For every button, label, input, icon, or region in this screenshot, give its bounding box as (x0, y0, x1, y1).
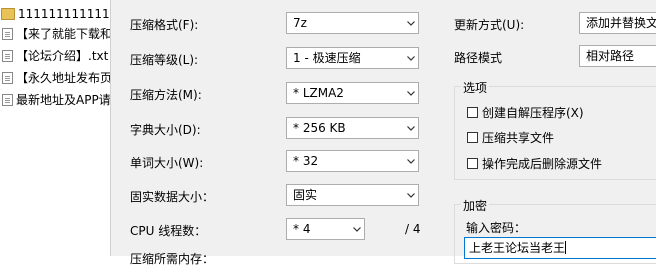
chevron-down-icon (407, 19, 415, 27)
file-list: 1111111111111 【来了就能下载和 【论坛介绍】.txt 【永久地址发… (0, 0, 110, 256)
checkbox-box[interactable] (467, 132, 478, 143)
solid-select[interactable]: 固实 (286, 184, 419, 206)
path-select[interactable]: 相对路径 (579, 45, 656, 67)
cpu-select[interactable]: * 4 (286, 218, 365, 240)
file-name: 1111111111111 (18, 7, 110, 21)
method-value: * LZMA2 (293, 86, 344, 100)
solid-label: 固实数据大小： (130, 190, 215, 204)
dict-select[interactable]: * 256 KB (286, 117, 419, 139)
solid-value: 固实 (293, 188, 318, 202)
file-item[interactable]: 最新地址及APP请 (2, 90, 110, 110)
file-icon (2, 28, 13, 40)
method-label: 压缩方法(M): (130, 88, 202, 102)
chevron-down-icon (407, 157, 415, 165)
cpu-total: / 4 (405, 222, 421, 236)
password-label: 输入密码： (466, 221, 527, 235)
format-select[interactable]: 7z (286, 12, 419, 34)
checkbox-box[interactable] (467, 107, 478, 118)
path-label: 路径模式 (454, 51, 503, 65)
file-item[interactable]: 【来了就能下载和 (2, 24, 110, 44)
file-name: 【永久地址发布页 (16, 71, 110, 85)
word-select[interactable]: * 32 (286, 150, 419, 172)
word-value: * 32 (293, 154, 319, 168)
chevron-down-icon (407, 191, 415, 199)
text-caret (565, 241, 567, 254)
delete-label: 操作完成后删除源文件 (482, 157, 603, 171)
shared-checkbox[interactable]: 压缩共享文件 (467, 129, 554, 146)
dict-value: * 256 KB (293, 121, 346, 135)
checkbox-box[interactable] (467, 158, 478, 169)
dict-label: 字典大小(D): (130, 123, 201, 137)
path-value: 相对路径 (586, 49, 635, 63)
sfx-checkbox[interactable]: 创建自解压程序(X) (467, 104, 584, 121)
file-icon (2, 50, 13, 62)
method-select[interactable]: * LZMA2 (286, 82, 419, 104)
format-value: 7z (293, 16, 307, 30)
cpu-value: * 4 (293, 222, 311, 236)
file-name: 最新地址及APP请 (16, 93, 110, 107)
cpu-label: CPU 线程数： (130, 224, 207, 238)
chevron-down-icon (407, 124, 415, 132)
options-title: 选项 (461, 79, 490, 96)
file-icon (2, 94, 13, 106)
format-label: 压缩格式(F): (130, 18, 199, 32)
level-label: 压缩等级(L): (130, 53, 199, 67)
update-value: 添加并替换文 (586, 16, 656, 30)
update-select[interactable]: 添加并替换文 (579, 12, 656, 34)
folder-icon (1, 8, 15, 20)
level-value: 1 - 极速压缩 (293, 51, 361, 65)
file-item[interactable]: 【永久地址发布页 (2, 68, 110, 88)
level-select[interactable]: 1 - 极速压缩 (286, 47, 419, 69)
update-label: 更新方式(U): (454, 18, 525, 32)
file-name: 【来了就能下载和 (16, 27, 110, 41)
password-value: 上老王论坛当老王 (469, 241, 566, 255)
file-item[interactable]: 【论坛介绍】.txt (2, 46, 108, 66)
word-label: 单词大小(W): (130, 156, 204, 170)
file-icon (2, 72, 13, 84)
chevron-down-icon (353, 225, 361, 233)
file-item-folder[interactable]: 1111111111111 (1, 4, 110, 24)
chevron-down-icon (407, 54, 415, 62)
encrypt-title: 加密 (461, 197, 490, 214)
sfx-label: 创建自解压程序(X) (482, 106, 584, 120)
memory-label: 压缩所需内存： (130, 252, 215, 266)
chevron-down-icon (407, 89, 415, 97)
file-name: 【论坛介绍】.txt (16, 49, 109, 63)
compress-dialog: 压缩格式(F): 7z 压缩等级(L): 1 - 极速压缩 压缩方法(M): *… (110, 0, 656, 266)
shared-label: 压缩共享文件 (482, 131, 555, 145)
delete-checkbox[interactable]: 操作完成后删除源文件 (467, 155, 602, 172)
